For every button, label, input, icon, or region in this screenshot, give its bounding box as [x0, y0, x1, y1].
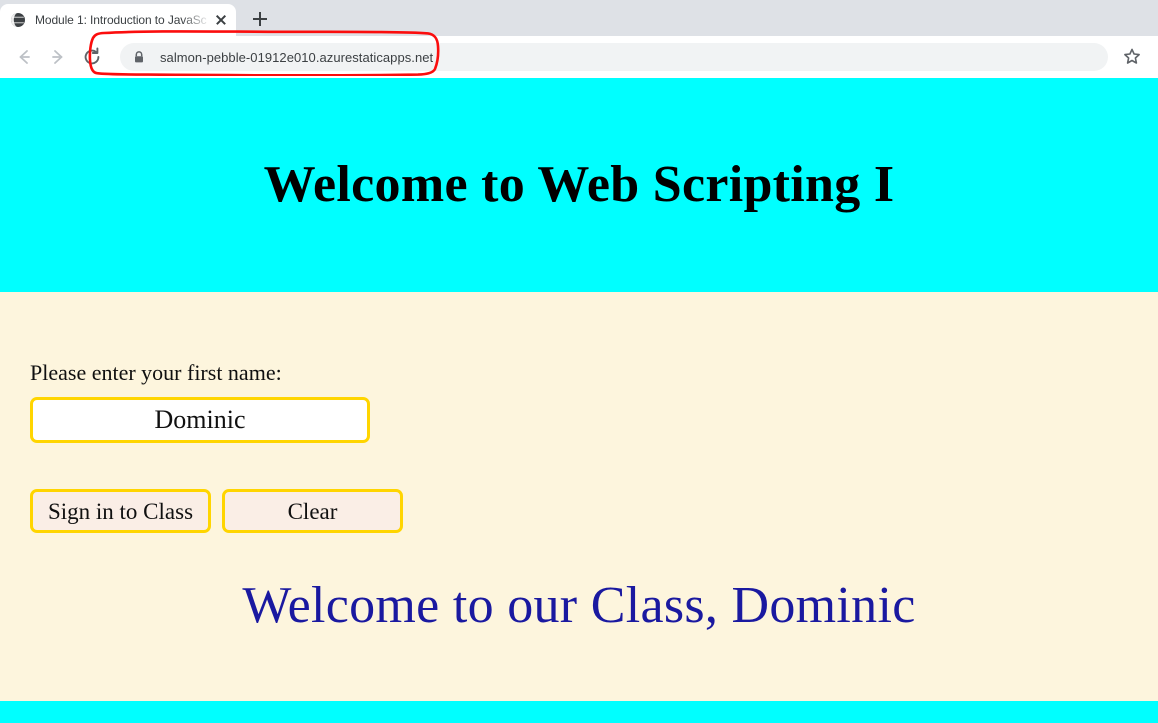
tab-strip: Module 1: Introduction to JavaSc [0, 0, 1158, 36]
page-title: Welcome to Web Scripting I [263, 156, 895, 213]
address-bar-url: salmon-pebble-01912e010.azurestaticapps.… [160, 49, 434, 65]
form-button-row: Sign in to Class Clear [30, 489, 1128, 533]
tab-title: Module 1: Introduction to JavaSc [35, 13, 207, 27]
page-header-band: Welcome to Web Scripting I [0, 78, 1158, 292]
bookmark-star-icon[interactable] [1118, 43, 1146, 71]
browser-window: Module 1: Introduction to JavaSc salmon-… [0, 0, 1158, 723]
address-bar[interactable]: salmon-pebble-01912e010.azurestaticapps.… [120, 43, 1108, 71]
greeting-message: Welcome to our Class, Dominic [242, 577, 916, 634]
browser-tab[interactable]: Module 1: Introduction to JavaSc [0, 4, 236, 36]
lock-icon[interactable] [132, 50, 146, 64]
web-page-content: Welcome to Web Scripting I Please enter … [0, 78, 1158, 723]
sign-in-to-class-button[interactable]: Sign in to Class [30, 489, 211, 533]
forward-button[interactable] [44, 43, 72, 71]
browser-toolbar: salmon-pebble-01912e010.azurestaticapps.… [0, 36, 1158, 78]
reload-button[interactable] [78, 43, 106, 71]
close-icon[interactable] [212, 11, 230, 29]
new-tab-button[interactable] [246, 5, 274, 33]
clear-button[interactable]: Clear [222, 489, 403, 533]
back-button[interactable] [10, 43, 38, 71]
first-name-input[interactable] [30, 397, 370, 443]
page-footer-band [0, 701, 1158, 723]
page-body: Please enter your first name: Sign in to… [0, 360, 1158, 634]
globe-icon [10, 12, 26, 28]
first-name-label: Please enter your first name: [30, 360, 282, 385]
